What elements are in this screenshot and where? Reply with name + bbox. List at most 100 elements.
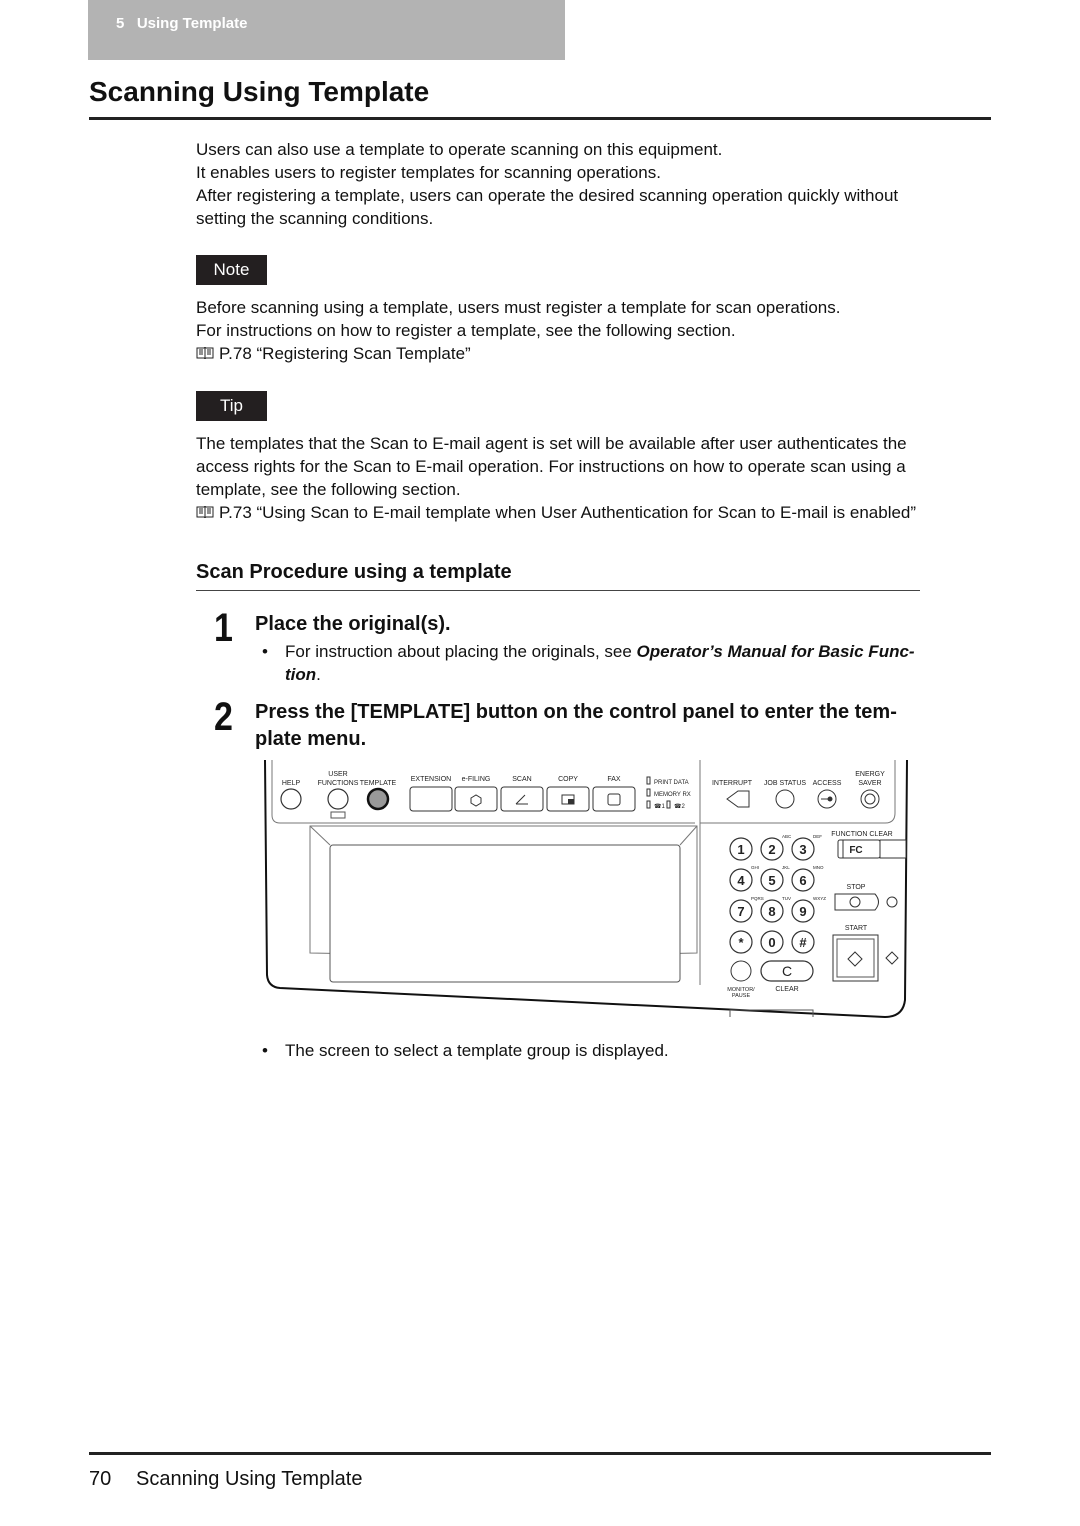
efiling-label: e-FILING (462, 776, 491, 783)
keypad-letters: PQRS (751, 896, 764, 901)
note-line: Before scanning using a template, users … (196, 298, 841, 317)
title-divider (89, 117, 991, 120)
stop-button (834, 893, 879, 911)
step-number: 2 (214, 695, 233, 739)
stop-label: STOP (847, 884, 866, 891)
fc-key: FC (849, 845, 862, 856)
bullet-dot: • (262, 1041, 268, 1060)
monitor-pause-button (730, 960, 752, 982)
status-indicators: PRINT DATA MEMORY RX ☎1 ☎2 (646, 776, 691, 810)
step-bullet: • For instruction about placing the orig… (262, 640, 987, 686)
help-button (280, 788, 302, 810)
intro-line: After registering a template, users can … (196, 186, 899, 205)
mode-buttons: EXTENSION e-FILING SCAN COPY FAX (409, 776, 636, 812)
keypad-key-label: 4 (737, 873, 745, 888)
keypad-key-label: # (799, 935, 807, 950)
interrupt-button (726, 790, 750, 808)
start-label: START (845, 925, 868, 932)
step-title: Press the [TEMPLATE] button on the contr… (255, 699, 995, 753)
keypad-letters: GHI (751, 865, 759, 870)
keypad-key-label: 9 (799, 904, 806, 919)
keypad-key-label: 0 (768, 935, 775, 950)
template-button (366, 787, 390, 811)
stop-icon (886, 896, 898, 908)
touchscreen (329, 844, 681, 983)
footer-divider (89, 1452, 991, 1455)
chapter-tab: 5 Using Template (88, 0, 565, 60)
step-title-line: Press the [TEMPLATE] button on the contr… (255, 701, 897, 723)
step-title-line: plate menu. (255, 728, 367, 750)
line2-indicator: ☎2 (674, 803, 685, 810)
scan-label: SCAN (512, 776, 531, 783)
memory-rx-indicator: MEMORY RX (654, 792, 691, 798)
tip-label: Tip (196, 391, 267, 421)
footer-title: Scanning Using Template (136, 1468, 363, 1490)
tip-reference-text: P.73 “Using Scan to E-mail template when… (219, 503, 917, 522)
access-label: ACCESS (813, 780, 842, 787)
page-title: Scanning Using Template (89, 76, 430, 107)
tip-body: The templates that the Scan to E-mail ag… (196, 432, 996, 524)
line1-indicator: ☎1 (654, 803, 665, 810)
section-divider (196, 590, 920, 591)
tip-line: access rights for the Scan to E-mail ope… (196, 457, 906, 476)
user-functions-indicator (330, 811, 346, 819)
job-status-button (775, 789, 795, 809)
note-line: For instructions on how to register a te… (196, 321, 736, 340)
scan-button (500, 786, 544, 812)
energy-saver-button (860, 789, 880, 809)
print-data-indicator: PRINT DATA (654, 780, 689, 786)
keypad-key-label: 2 (768, 842, 775, 857)
step-number: 1 (214, 606, 233, 650)
clear-label: CLEAR (775, 986, 798, 993)
bullet-text: For instruction about placing the origin… (285, 642, 637, 661)
control-panel-illustration: HELP USER FUNCTIONS TEMPLATE EXTENSION e… (264, 759, 908, 1019)
intro-line: setting the scanning conditions. (196, 209, 434, 228)
interrupt-label: INTERRUPT (712, 780, 753, 787)
intro-paragraph: Users can also use a template to operate… (196, 138, 996, 230)
bullet-dot: • (262, 642, 268, 661)
book-icon (196, 347, 214, 359)
keypad-letters: WXYZ (813, 896, 826, 901)
keypad-key-label: 1 (737, 842, 744, 857)
user-functions-label: FUNCTIONS (318, 780, 359, 787)
note-label: Note (196, 255, 267, 285)
fax-icon (607, 793, 621, 806)
user-functions-button (327, 788, 349, 810)
keypad-letters: JKL (782, 865, 790, 870)
bullet-suffix: . (316, 665, 321, 684)
job-status-label: JOB STATUS (764, 780, 806, 787)
function-clear-label: FUNCTION CLEAR (831, 831, 892, 838)
keypad-key-label: 8 (768, 904, 775, 919)
template-label: TEMPLATE (360, 780, 397, 787)
note-reference-link[interactable]: P.78 “Registering Scan Template” (196, 342, 996, 365)
intro-line: Users can also use a template to operate… (196, 140, 723, 159)
step-title: Place the original(s). (255, 613, 451, 635)
fax-label: FAX (607, 776, 621, 783)
chapter-tab-label: 5 Using Template (116, 15, 248, 32)
keypad-letters: TUV (782, 896, 791, 901)
energy-saver-label: SAVER (858, 780, 881, 787)
note-reference-text: P.78 “Registering Scan Template” (219, 344, 471, 363)
extension-button (409, 786, 453, 812)
extension-label: EXTENSION (411, 776, 451, 783)
svg-text:PAUSE: PAUSE (732, 993, 751, 999)
tip-reference-link[interactable]: P.73 “Using Scan to E-mail template when… (196, 501, 996, 524)
keypad-letters: ABC (782, 834, 792, 839)
step-bullet: • The screen to select a template group … (262, 1039, 987, 1062)
efiling-button (454, 786, 498, 812)
keypad-letters: DEF (813, 834, 822, 839)
keypad-key-label: 3 (799, 842, 806, 857)
keypad-key-label: 5 (768, 873, 775, 888)
intro-line: It enables users to register templates f… (196, 163, 661, 182)
manual-reference-cont: tion (285, 665, 317, 684)
copy-label: COPY (558, 776, 578, 783)
tip-line: template, see the following section. (196, 480, 461, 499)
keypad-key-label: 7 (737, 904, 744, 919)
bullet-text: The screen to select a template group is… (285, 1041, 669, 1060)
numeric-keypad: 1 2ABC3DEF4GHI5JKL6MNO7PQRS8TUV9WXYZ* 0 # (729, 834, 826, 954)
start-icon (885, 951, 899, 965)
keypad-key-label: 6 (799, 873, 806, 888)
user-functions-label: USER (328, 771, 347, 778)
note-body: Before scanning using a template, users … (196, 296, 996, 365)
book-icon (196, 506, 214, 518)
